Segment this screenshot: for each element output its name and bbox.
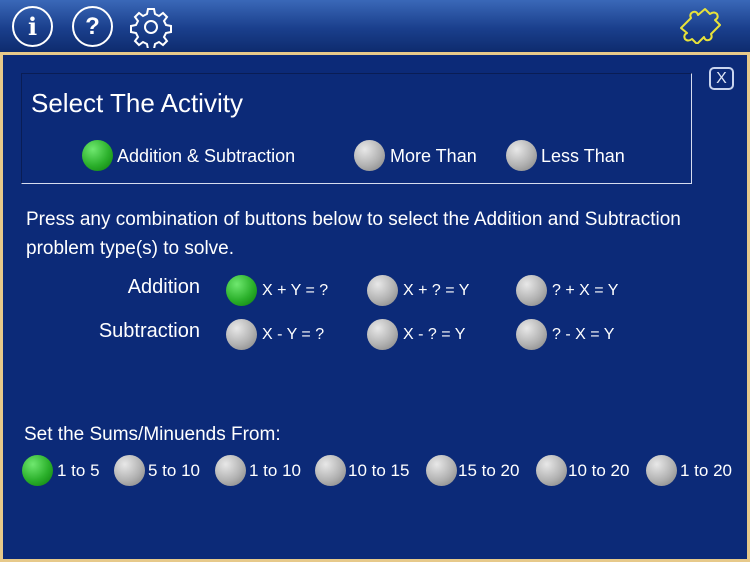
subtraction-option-3-radio[interactable] [516,319,547,350]
activity-label-addition-subtraction: Addition & Subtraction [117,146,296,166]
addition-option-1-radio[interactable] [226,275,257,306]
range-label-10-to-15: 10 to 15 [348,461,410,480]
range-label-10-to-20: 10 to 20 [568,461,630,480]
range-radio-5-to-10[interactable] [114,455,145,486]
subtraction-option-1-radio[interactable] [226,319,257,350]
activity-title: Select The Activity [31,88,243,118]
help-icon: ? [85,12,100,40]
subtraction-option-3-label: ? - X = Y [552,326,615,343]
range-title: Set the Sums/Minuends From: [24,424,281,445]
range-radio-1-to-20[interactable] [646,455,677,486]
subtraction-option-2-label: X - ? = Y [403,326,466,343]
addition-option-3-label: ? + X = Y [552,282,619,299]
activity-radio-addition-subtraction[interactable] [82,140,113,171]
addition-option-3-radio[interactable] [516,275,547,306]
addition-option-2-label: X + ? = Y [403,282,470,299]
range-label-1-to-20: 1 to 20 [680,461,732,480]
addition-option-1-label: X + Y = ? [262,282,329,299]
range-radio-1-to-10[interactable] [215,455,246,486]
range-radio-1-to-5[interactable] [22,455,53,486]
range-radio-15-to-20[interactable] [426,455,457,486]
gear-icon[interactable] [130,6,172,48]
range-label-5-to-10: 5 to 10 [148,461,200,480]
close-icon: X [716,69,727,87]
subtraction-option-1-label: X - Y = ? [262,326,325,343]
help-button[interactable]: ? [72,6,113,47]
instructions-text: Press any combination of buttons below t… [26,209,681,259]
addition-option-2-radio[interactable] [367,275,398,306]
info-button[interactable]: i [12,6,53,47]
activity-radio-less-than[interactable] [506,140,537,171]
subtraction-row-label: Subtraction [98,320,200,342]
info-icon: i [27,12,38,41]
subtraction-option-2-radio[interactable] [367,319,398,350]
range-label-1-to-10: 1 to 10 [249,461,301,480]
activity-label-less-than: Less Than [541,146,625,166]
range-label-1-to-5: 1 to 5 [57,461,100,480]
top-toolbar: i ? [0,0,750,52]
puzzle-icon[interactable] [677,6,723,44]
range-radio-10-to-15[interactable] [315,455,346,486]
activity-label-more-than: More Than [390,146,477,166]
range-label-15-to-20: 15 to 20 [458,461,520,480]
activity-radio-more-than[interactable] [354,140,385,171]
close-button[interactable]: X [709,67,734,90]
addition-row-label: Addition [127,276,200,298]
range-radio-10-to-20[interactable] [536,455,567,486]
